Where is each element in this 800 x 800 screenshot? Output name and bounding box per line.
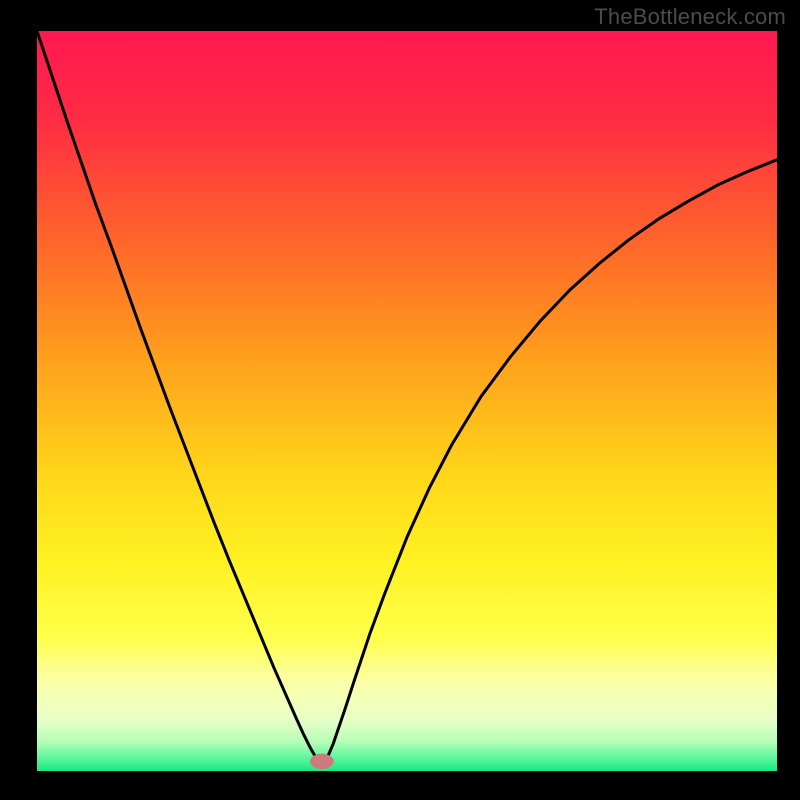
gradient-background — [37, 31, 777, 771]
plot-area — [37, 31, 777, 771]
watermark-text: TheBottleneck.com — [594, 4, 786, 30]
minimum-marker — [310, 754, 334, 770]
chart-frame: TheBottleneck.com — [0, 0, 800, 800]
bottleneck-chart — [37, 31, 777, 771]
